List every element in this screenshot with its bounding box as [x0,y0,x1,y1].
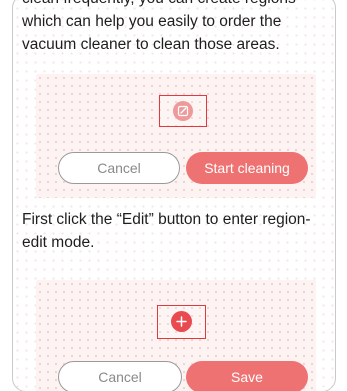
cancel-button[interactable]: Cancel [58,152,180,184]
edit-icon[interactable] [173,101,193,121]
save-button[interactable]: Save [186,361,308,391]
edit-icon-glyph [177,105,189,117]
help-screen: clean frequently, you can create regions… [0,0,347,391]
instruction-paragraph-1: clean frequently, you can create regions… [22,0,296,53]
plus-icon-glyph [176,316,187,327]
start-cleaning-button[interactable]: Start cleaning [186,152,308,184]
cancel-button-edit[interactable]: Cancel [58,361,182,391]
plus-icon[interactable] [171,311,192,332]
instruction-paragraph-2: First click the “Edit” button to enter r… [22,211,311,251]
